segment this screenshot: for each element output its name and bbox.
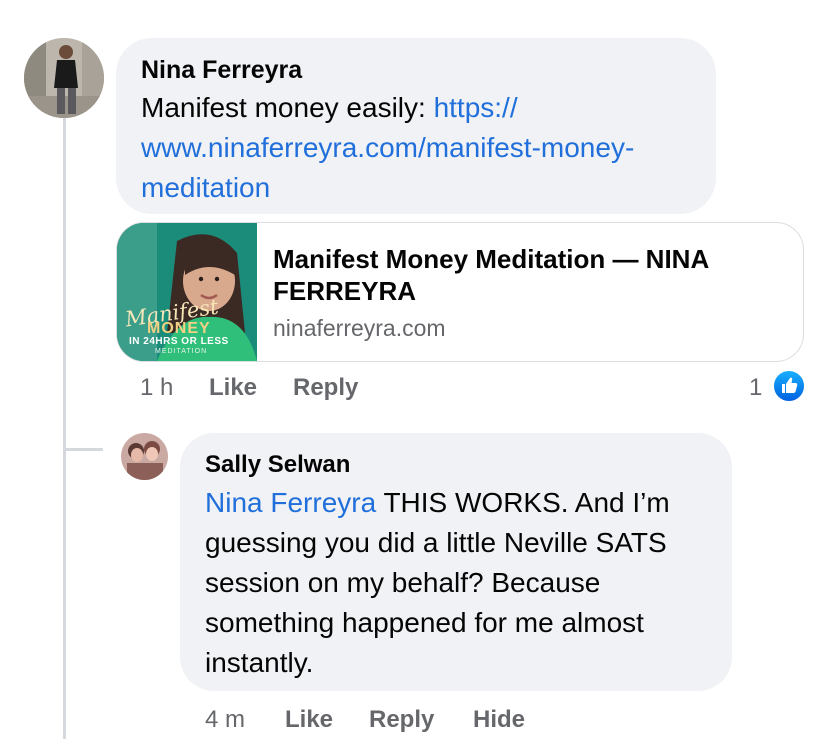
thumb-sub-text: IN 24HRS OR LESS: [129, 336, 229, 347]
reply-reply-button[interactable]: Reply: [369, 706, 434, 734]
link-preview-card[interactable]: Manifest MONEY IN 24HRS OR LESS MEDITATI…: [116, 222, 804, 362]
thumb-caption-text: MEDITATION: [155, 348, 208, 355]
reaction-count[interactable]: 1: [749, 374, 762, 402]
comment-author[interactable]: Nina Ferreyra: [141, 56, 302, 85]
avatar[interactable]: [24, 38, 104, 118]
reply-line5: instantly.: [205, 647, 314, 678]
thumbs-up-icon[interactable]: [772, 369, 806, 403]
thread-line: [63, 118, 66, 739]
reply-like-button[interactable]: Like: [285, 706, 333, 734]
thumbs-up-glyph: [782, 377, 798, 393]
avatar-photo: [24, 38, 104, 118]
reply-timestamp[interactable]: 4 m: [205, 706, 245, 734]
reply-author[interactable]: Sally Selwan: [205, 451, 350, 479]
reply-actions: 4 m Like Reply Hide: [205, 706, 605, 736]
comment-link-cont[interactable]: www.ninaferreyra.com/manifest-money-: [141, 128, 711, 168]
reply-mention[interactable]: Nina Ferreyra: [205, 487, 376, 518]
like-button[interactable]: Like: [209, 374, 257, 402]
reply-avatar-photo: [121, 433, 168, 480]
comment-link[interactable]: https://: [434, 92, 518, 123]
reply-avatar[interactable]: [121, 433, 168, 480]
thread-branch: [63, 448, 103, 451]
preview-title-line2: FERREYRA: [273, 276, 417, 306]
reply-line4: something happened for me almost: [205, 607, 644, 638]
hide-button[interactable]: Hide: [473, 706, 525, 734]
reply-line1: THIS WORKS. And I’m: [376, 487, 670, 518]
comment-text-prefix: Manifest money easily:: [141, 92, 434, 123]
reply-line3: session on my behalf? Because: [205, 567, 601, 598]
preview-domain: ninaferreyra.com: [273, 315, 446, 341]
preview-title-line1: Manifest Money Meditation — NINA: [273, 244, 710, 274]
comment-actions: 1 h Like Reply: [140, 374, 790, 404]
reply-text: Nina Ferreyra THIS WORKS. And I’m guessi…: [205, 483, 725, 683]
comment-timestamp[interactable]: 1 h: [140, 374, 173, 402]
preview-thumbnail: Manifest MONEY IN 24HRS OR LESS MEDITATI…: [117, 223, 257, 361]
reply-line2: guessing you did a little Neville SATS: [205, 527, 667, 558]
comment-link-end[interactable]: meditation: [141, 168, 711, 208]
reply-button[interactable]: Reply: [293, 374, 358, 402]
preview-title[interactable]: Manifest Money Meditation — NINA FERREYR…: [273, 243, 783, 307]
comment-text: Manifest money easily: https:// www.nina…: [141, 88, 711, 208]
